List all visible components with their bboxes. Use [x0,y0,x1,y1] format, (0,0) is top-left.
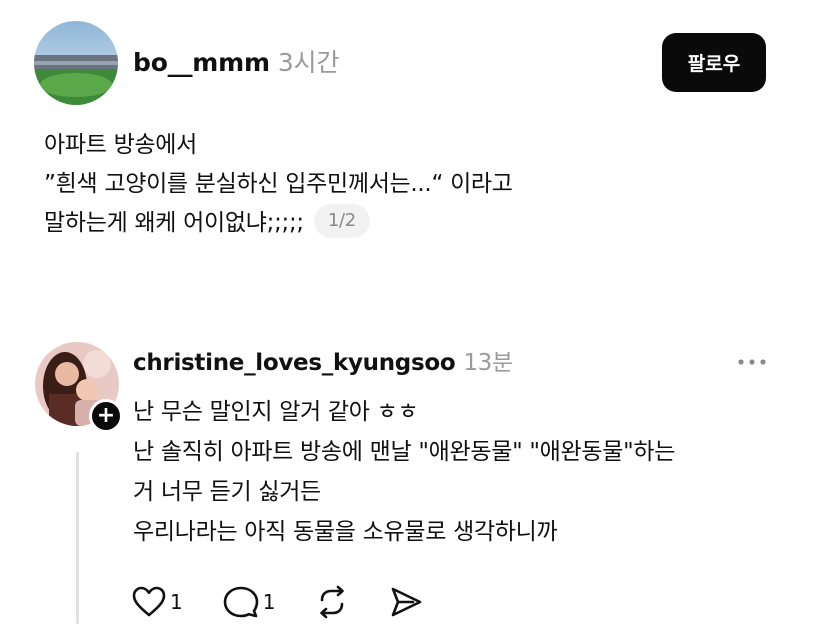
reply-line: 우리나라는 아직 동물을 소유물로 생각하니까 [133,519,558,545]
repost-button[interactable] [315,585,349,619]
reply-line: 거 너무 듣기 싫거든 [133,479,321,505]
comment-bubble-icon [223,585,259,619]
reply-actions: 1 1 [132,582,463,622]
post-timestamp: 3시간 [277,48,340,77]
post-text: 아파트 방송에서 ”흰색 고양이를 분실하신 입주민께서는...“ 이라고 말하… [44,126,744,243]
post-line-text: 말하는게 왜케 어이없냐;;;;; [44,210,304,236]
repost-icon [315,585,349,619]
page-indicator: 1/2 [313,203,370,238]
comment-button[interactable]: 1 [223,585,276,619]
like-button[interactable]: 1 [132,586,183,618]
follow-button[interactable]: 팔로우 [662,33,766,92]
reply-timestamp: 13분 [463,350,513,376]
reply-author-name[interactable]: christine_loves_kyungsoo 13분 [133,346,513,380]
like-count: 1 [170,590,183,614]
comment-count: 1 [262,590,276,614]
post-line: 아파트 방송에서 [44,132,198,158]
thread-line [76,452,79,624]
post-author-name[interactable]: bo__mmm 3시간 [133,46,339,80]
post-author-avatar[interactable] [34,21,118,105]
post-line: 말하는게 왜케 어이없냐;;;;; 1/2 [44,203,744,243]
reply-line: 난 무슨 말인지 알거 같아 ㅎㅎ [133,399,419,425]
reply-text: 난 무슨 말인지 알거 같아 ㅎㅎ 난 솔직히 아파트 방송에 맨날 "애완동물… [133,392,793,552]
reply-line: 난 솔직히 아파트 방송에 맨날 "애완동물" "애완동물"하는 [133,439,676,465]
reply-username[interactable]: christine_loves_kyungsoo [133,350,456,376]
share-button[interactable] [389,585,423,619]
follow-plus-icon[interactable]: + [89,399,123,433]
heart-icon [132,586,166,618]
more-dots-icon[interactable] [735,345,769,379]
post-line: ”흰색 고양이를 분실하신 입주민께서는...“ 이라고 [44,171,513,197]
post-username[interactable]: bo__mmm [133,48,270,77]
send-icon [389,585,423,619]
